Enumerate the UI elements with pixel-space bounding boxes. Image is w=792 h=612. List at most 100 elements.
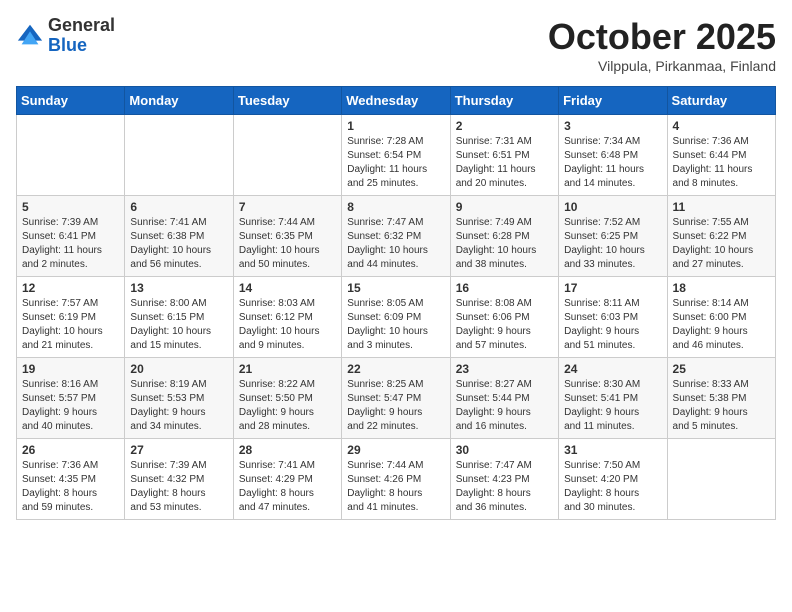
calendar-day-cell: 13Sunrise: 8:00 AM Sunset: 6:15 PM Dayli… (125, 277, 233, 358)
calendar-day-cell: 16 Sunrise: 8:08 AM Sunset: 6:06 PM Dayli… (450, 277, 558, 358)
day-number: 26 (22, 443, 119, 457)
calendar-day-cell: 18Sunrise: 8:14 AM Sunset: 6:00 PM Dayli… (667, 277, 775, 358)
calendar-table: SundayMondayTuesdayWednesdayThursdayFrid… (16, 86, 776, 520)
page-header: General Blue October 2025 Vilppula, Pirk… (16, 16, 776, 74)
calendar-day-cell (233, 115, 341, 196)
calendar-week-row: 26 Sunrise: 7:36 AM Sunset: 4:35 PM Dayli… (17, 439, 776, 520)
calendar-day-cell: 15Sunrise: 8:05 AM Sunset: 6:09 PM Dayli… (342, 277, 450, 358)
day-info: Sunrise: 8:05 AM Sunset: 6:09 PM Dayligh… (347, 297, 444, 353)
day-info: Sunrise: 8:33 AM Sunset: 5:38 PM Dayligh… (673, 378, 770, 434)
day-number: 12 (22, 281, 119, 295)
day-info: Sunrise: 7:57 AM Sunset: 6:19 PM Dayligh… (22, 297, 119, 353)
day-info: Sunrise: 7:47 AM Sunset: 6:32 PM Dayligh… (347, 216, 444, 272)
day-info: Sunrise: 7:44 AM Sunset: 4:26 PM Dayligh… (347, 459, 444, 515)
day-number: 3 (564, 119, 661, 133)
day-number: 31 (564, 443, 661, 457)
calendar-day-cell: 1 Sunrise: 7:28 AM Sunset: 6:54 PM Daylig… (342, 115, 450, 196)
day-number: 30 (456, 443, 553, 457)
day-number: 4 (673, 119, 770, 133)
calendar-day-cell: 24 Sunrise: 8:30 AM Sunset: 5:41 PM Dayli… (559, 358, 667, 439)
day-info: Sunrise: 8:19 AM Sunset: 5:53 PM Dayligh… (130, 378, 227, 434)
day-number: 11 (673, 200, 770, 214)
title-block: October 2025 Vilppula, Pirkanmaa, Finlan… (548, 16, 776, 74)
calendar-day-cell: 14Sunrise: 8:03 AM Sunset: 6:12 PM Dayli… (233, 277, 341, 358)
day-info: Sunrise: 8:16 AM Sunset: 5:57 PM Dayligh… (22, 378, 119, 434)
day-info: Sunrise: 7:41 AM Sunset: 6:38 PM Dayligh… (130, 216, 227, 272)
day-info: Sunrise: 7:49 AM Sunset: 6:28 PM Dayligh… (456, 216, 553, 272)
day-number: 20 (130, 362, 227, 376)
day-info: Sunrise: 7:50 AM Sunset: 4:20 PM Dayligh… (564, 459, 661, 515)
day-number: 2 (456, 119, 553, 133)
calendar-day-cell: 11 Sunrise: 7:55 AM Sunset: 6:22 PM Dayli… (667, 196, 775, 277)
day-info: Sunrise: 8:08 AM Sunset: 6:06 PM Dayligh… (456, 297, 553, 353)
calendar-day-cell: 7 Sunrise: 7:44 AM Sunset: 6:35 PM Daylig… (233, 196, 341, 277)
calendar-day-cell: 22 Sunrise: 8:25 AM Sunset: 5:47 PM Dayli… (342, 358, 450, 439)
logo: General Blue (16, 16, 115, 56)
day-info: Sunrise: 8:00 AM Sunset: 6:15 PM Dayligh… (130, 297, 227, 353)
day-info: Sunrise: 8:22 AM Sunset: 5:50 PM Dayligh… (239, 378, 336, 434)
day-number: 22 (347, 362, 444, 376)
day-number: 16 (456, 281, 553, 295)
calendar-day-cell: 6 Sunrise: 7:41 AM Sunset: 6:38 PM Daylig… (125, 196, 233, 277)
calendar-week-row: 5Sunrise: 7:39 AM Sunset: 6:41 PM Daylig… (17, 196, 776, 277)
logo-text: General Blue (48, 16, 115, 56)
calendar-day-header: Thursday (450, 87, 558, 115)
day-info: Sunrise: 7:28 AM Sunset: 6:54 PM Dayligh… (347, 135, 444, 191)
day-info: Sunrise: 7:39 AM Sunset: 6:41 PM Dayligh… (22, 216, 119, 272)
day-number: 7 (239, 200, 336, 214)
day-number: 29 (347, 443, 444, 457)
calendar-day-cell (667, 439, 775, 520)
day-info: Sunrise: 7:36 AM Sunset: 4:35 PM Dayligh… (22, 459, 119, 515)
calendar-day-header: Friday (559, 87, 667, 115)
day-info: Sunrise: 7:31 AM Sunset: 6:51 PM Dayligh… (456, 135, 553, 191)
calendar-day-cell: 28Sunrise: 7:41 AM Sunset: 4:29 PM Dayli… (233, 439, 341, 520)
day-number: 27 (130, 443, 227, 457)
day-number: 23 (456, 362, 553, 376)
calendar-day-cell: 12 Sunrise: 7:57 AM Sunset: 6:19 PM Dayli… (17, 277, 125, 358)
day-info: Sunrise: 7:34 AM Sunset: 6:48 PM Dayligh… (564, 135, 661, 191)
calendar-header-row: SundayMondayTuesdayWednesdayThursdayFrid… (17, 87, 776, 115)
calendar-day-cell: 5Sunrise: 7:39 AM Sunset: 6:41 PM Daylig… (17, 196, 125, 277)
day-info: Sunrise: 8:25 AM Sunset: 5:47 PM Dayligh… (347, 378, 444, 434)
day-number: 8 (347, 200, 444, 214)
calendar-day-cell: 9 Sunrise: 7:49 AM Sunset: 6:28 PM Daylig… (450, 196, 558, 277)
day-info: Sunrise: 7:44 AM Sunset: 6:35 PM Dayligh… (239, 216, 336, 272)
day-number: 21 (239, 362, 336, 376)
calendar-day-cell: 19Sunrise: 8:16 AM Sunset: 5:57 PM Dayli… (17, 358, 125, 439)
day-number: 10 (564, 200, 661, 214)
day-number: 18 (673, 281, 770, 295)
day-info: Sunrise: 7:39 AM Sunset: 4:32 PM Dayligh… (130, 459, 227, 515)
month-title: October 2025 (548, 16, 776, 58)
day-info: Sunrise: 8:11 AM Sunset: 6:03 PM Dayligh… (564, 297, 661, 353)
calendar-day-cell: 25 Sunrise: 8:33 AM Sunset: 5:38 PM Dayli… (667, 358, 775, 439)
logo-icon (16, 22, 44, 50)
calendar-day-header: Monday (125, 87, 233, 115)
location: Vilppula, Pirkanmaa, Finland (548, 58, 776, 74)
calendar-week-row: 19Sunrise: 8:16 AM Sunset: 5:57 PM Dayli… (17, 358, 776, 439)
calendar-day-cell (125, 115, 233, 196)
day-number: 6 (130, 200, 227, 214)
day-info: Sunrise: 7:36 AM Sunset: 6:44 PM Dayligh… (673, 135, 770, 191)
day-info: Sunrise: 7:52 AM Sunset: 6:25 PM Dayligh… (564, 216, 661, 272)
day-number: 17 (564, 281, 661, 295)
day-info: Sunrise: 7:47 AM Sunset: 4:23 PM Dayligh… (456, 459, 553, 515)
day-info: Sunrise: 7:55 AM Sunset: 6:22 PM Dayligh… (673, 216, 770, 272)
calendar-day-cell: 30 Sunrise: 7:47 AM Sunset: 4:23 PM Dayli… (450, 439, 558, 520)
day-info: Sunrise: 8:30 AM Sunset: 5:41 PM Dayligh… (564, 378, 661, 434)
calendar-day-cell: 10 Sunrise: 7:52 AM Sunset: 6:25 PM Dayli… (559, 196, 667, 277)
day-number: 9 (456, 200, 553, 214)
calendar-day-cell: 27 Sunrise: 7:39 AM Sunset: 4:32 PM Dayli… (125, 439, 233, 520)
calendar-day-cell: 17 Sunrise: 8:11 AM Sunset: 6:03 PM Dayli… (559, 277, 667, 358)
calendar-day-header: Wednesday (342, 87, 450, 115)
day-number: 1 (347, 119, 444, 133)
day-number: 25 (673, 362, 770, 376)
calendar-day-cell: 8 Sunrise: 7:47 AM Sunset: 6:32 PM Daylig… (342, 196, 450, 277)
day-number: 24 (564, 362, 661, 376)
calendar-week-row: 12 Sunrise: 7:57 AM Sunset: 6:19 PM Dayli… (17, 277, 776, 358)
calendar-day-cell: 23 Sunrise: 8:27 AM Sunset: 5:44 PM Dayli… (450, 358, 558, 439)
calendar-day-cell: 29 Sunrise: 7:44 AM Sunset: 4:26 PM Dayli… (342, 439, 450, 520)
calendar-day-header: Saturday (667, 87, 775, 115)
calendar-day-header: Sunday (17, 87, 125, 115)
calendar-day-cell: 4 Sunrise: 7:36 AM Sunset: 6:44 PM Daylig… (667, 115, 775, 196)
day-info: Sunrise: 8:27 AM Sunset: 5:44 PM Dayligh… (456, 378, 553, 434)
